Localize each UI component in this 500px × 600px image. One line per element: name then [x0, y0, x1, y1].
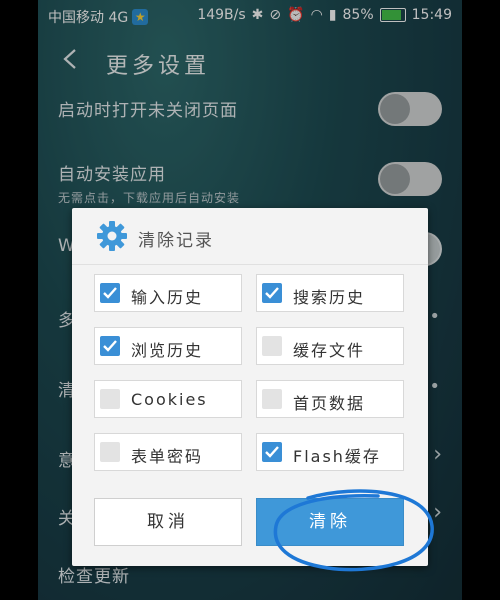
option-cache-files[interactable]: 缓存文件	[256, 327, 404, 365]
cancel-button[interactable]: 取消	[94, 498, 242, 546]
clear-button[interactable]: 清除	[256, 498, 404, 546]
checkbox-unchecked-icon[interactable]	[262, 389, 282, 409]
option-input-history[interactable]: 输入历史	[94, 274, 242, 312]
option-homepage-data[interactable]: 首页数据	[256, 380, 404, 418]
option-label: Flash缓存	[293, 447, 381, 466]
checkbox-checked-icon[interactable]	[100, 283, 120, 303]
checkbox-checked-icon[interactable]	[262, 283, 282, 303]
option-label: 缓存文件	[293, 341, 366, 360]
option-label: 首页数据	[293, 394, 366, 413]
option-cookies[interactable]: Cookies	[94, 380, 242, 418]
clear-records-dialog: 清除记录 输入历史 搜索历史 浏览历史 缓存文件 Cookies 首页数据 表单…	[72, 208, 428, 566]
option-form-passwords[interactable]: 表单密码	[94, 433, 242, 471]
option-search-history[interactable]: 搜索历史	[256, 274, 404, 312]
checkbox-checked-icon[interactable]	[100, 336, 120, 356]
dialog-title: 清除记录	[138, 231, 214, 251]
option-label: 搜索历史	[293, 288, 366, 307]
checkbox-checked-icon[interactable]	[262, 442, 282, 462]
option-flash-cache[interactable]: Flash缓存	[256, 433, 404, 471]
option-label: 输入历史	[131, 288, 204, 307]
option-browse-history[interactable]: 浏览历史	[94, 327, 242, 365]
checkbox-unchecked-icon[interactable]	[100, 389, 120, 409]
option-label: Cookies	[131, 390, 208, 409]
checkbox-unchecked-icon[interactable]	[100, 442, 120, 462]
option-label: 表单密码	[131, 447, 204, 466]
dialog-header: 清除记录	[72, 208, 428, 265]
gear-icon	[97, 221, 127, 251]
phone-screen: 中国移动 4G ★ 149B/s ✱ ⊘ ⏰ ◠ ▮ 85% 15:49 更多设…	[38, 0, 462, 600]
option-label: 浏览历史	[131, 341, 204, 360]
checkbox-unchecked-icon[interactable]	[262, 336, 282, 356]
